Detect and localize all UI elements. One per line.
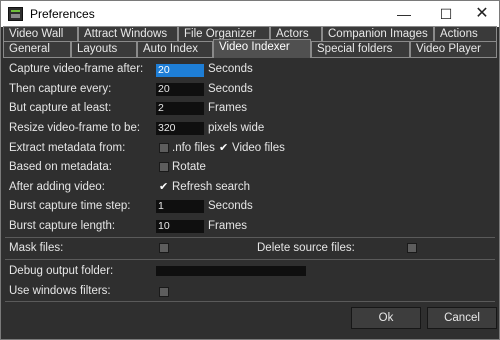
resize-input[interactable]: 320 [156,122,204,135]
video-files-checkbox[interactable]: ✔ [219,142,228,154]
cancel-button[interactable]: Cancel [427,307,497,329]
tab-attract-windows[interactable]: Attract Windows [78,26,178,42]
separator [5,301,495,302]
delete-source-label: Delete source files: [257,242,355,254]
capture-after-label: Capture video-frame after: [9,63,144,75]
based-on-metadata-label: Based on metadata: [9,161,112,173]
refresh-search-label: Refresh search [172,181,250,193]
mask-files-checkbox[interactable] [159,243,169,253]
close-icon[interactable]: ✕ [464,1,500,27]
capture-after-unit: Seconds [208,63,253,75]
capture-least-input[interactable]: 2 [156,102,204,115]
capture-least-unit: Frames [208,102,247,114]
windows-filters-checkbox[interactable] [159,287,169,297]
after-adding-label: After adding video: [9,181,105,193]
tab-video-wall[interactable]: Video Wall [3,26,78,42]
extract-metadata-label: Extract metadata from: [9,142,126,154]
capture-every-label: Then capture every: [9,83,112,95]
tab-actions[interactable]: Actions [434,26,497,42]
separator [5,237,495,238]
burst-step-unit: Seconds [208,200,253,212]
rotate-checkbox[interactable] [159,162,169,172]
window-title: Preferences [30,7,95,21]
minimize-icon[interactable]: — [386,1,422,27]
capture-every-input[interactable]: 20 [156,83,204,96]
debug-folder-label: Debug output folder: [9,265,114,277]
nfo-files-label: .nfo files [172,142,215,154]
capture-every-unit: Seconds [208,83,253,95]
tab-auto-index[interactable]: Auto Index [137,41,213,57]
capture-after-input[interactable]: 20 [156,64,204,77]
resize-label: Resize video-frame to be: [9,122,141,134]
tab-video-player[interactable]: Video Player [410,41,497,57]
ok-button[interactable]: Ok [351,307,421,329]
tab-layouts[interactable]: Layouts [71,41,137,57]
windows-filters-label: Use windows filters: [9,285,111,297]
preferences-window: Preferences — ☐ ✕ Video Wall Attract Win… [0,0,500,340]
video-files-label: Video files [232,142,285,154]
tab-video-indexer[interactable]: Video Indexer [213,39,311,58]
nfo-files-checkbox[interactable] [159,143,169,153]
refresh-search-checkbox[interactable]: ✔ [159,181,168,193]
mask-files-label: Mask files: [9,242,64,254]
debug-folder-input[interactable] [156,266,306,276]
tab-general[interactable]: General [3,41,71,57]
burst-step-input[interactable]: 1 [156,200,204,213]
separator [5,259,495,260]
maximize-icon[interactable]: ☐ [428,1,464,27]
burst-length-unit: Frames [208,220,247,232]
delete-source-checkbox[interactable] [407,243,417,253]
rotate-label: Rotate [172,161,206,173]
burst-length-input[interactable]: 10 [156,220,204,233]
burst-step-label: Burst capture time step: [9,200,131,212]
tab-companion-images[interactable]: Companion Images [322,26,434,42]
burst-length-label: Burst capture length: [9,220,116,232]
app-icon [8,7,23,21]
resize-unit: pixels wide [208,122,265,134]
tab-special-folders[interactable]: Special folders [311,41,410,57]
title-bar: Preferences — ☐ ✕ [1,1,499,27]
capture-least-label: But capture at least: [9,102,112,114]
